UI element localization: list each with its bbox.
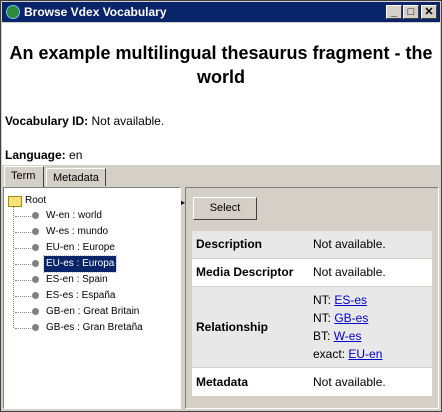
tree-branch bbox=[15, 248, 31, 249]
title-bar[interactable]: Browse Vdex Vocabulary _ □ ✕ bbox=[2, 2, 440, 22]
relationship-type: BT: bbox=[313, 329, 331, 343]
node-bullet-icon bbox=[32, 292, 39, 299]
app-icon bbox=[6, 5, 20, 19]
relationship-link[interactable]: EU-en bbox=[348, 347, 382, 361]
media-descriptor-label: Media Descriptor bbox=[196, 265, 294, 279]
node-bullet-icon bbox=[32, 244, 39, 251]
tab-term[interactable]: Term bbox=[4, 166, 44, 187]
relationship-type: NT: bbox=[313, 293, 331, 307]
metadata-value: Not available. bbox=[313, 375, 386, 389]
tab-strip: Term Metadata bbox=[2, 166, 440, 188]
vocabulary-header: An example multilingual thesaurus fragme… bbox=[2, 23, 440, 165]
vocabulary-window: Browse Vdex Vocabulary _ □ ✕ An example … bbox=[0, 0, 442, 412]
node-bullet-icon bbox=[32, 228, 39, 235]
language-value: en bbox=[69, 148, 83, 162]
select-button[interactable]: Select bbox=[193, 197, 257, 220]
tree-item-label: ES-es : España bbox=[46, 290, 116, 301]
relationship-type: NT: bbox=[313, 311, 331, 325]
minimize-button[interactable]: _ bbox=[386, 5, 402, 19]
page-title: An example multilingual thesaurus fragme… bbox=[9, 43, 433, 87]
relationship-entry: BT: W-es bbox=[313, 329, 361, 343]
tree-item-label: W-en : world bbox=[46, 210, 102, 221]
tree-branch bbox=[15, 296, 31, 297]
tree-branch bbox=[15, 328, 31, 329]
folder-icon bbox=[8, 196, 22, 207]
vocabulary-id-value: Not available. bbox=[91, 114, 165, 128]
tree-connector bbox=[13, 207, 14, 328]
tree-root-label: Root bbox=[25, 195, 47, 206]
window-title: Browse Vdex Vocabulary bbox=[24, 5, 167, 19]
relationship-entry: NT: GB-es bbox=[313, 311, 368, 325]
node-bullet-icon bbox=[32, 324, 39, 331]
tree-item-label: W-es : mundo bbox=[46, 226, 109, 237]
description-label: Description bbox=[196, 237, 263, 251]
relationship-entry: exact: EU-en bbox=[313, 347, 382, 361]
node-bullet-icon bbox=[32, 276, 39, 283]
tree-branch bbox=[15, 280, 31, 281]
relationship-link[interactable]: W-es bbox=[334, 329, 362, 343]
tree-item-label: ES-en : Spain bbox=[46, 274, 108, 285]
node-bullet-icon bbox=[32, 260, 39, 267]
tree-branch bbox=[15, 264, 31, 265]
close-button[interactable]: ✕ bbox=[421, 5, 437, 19]
maximize-button[interactable]: □ bbox=[403, 5, 419, 19]
tree-branch bbox=[15, 312, 31, 313]
metadata-label: Metadata bbox=[196, 375, 249, 389]
relationship-link[interactable]: GB-es bbox=[334, 311, 368, 325]
relationship-type: exact: bbox=[313, 347, 346, 361]
vocabulary-id-line: Vocabulary ID: Not available. bbox=[5, 114, 164, 128]
tree-item-label: GB-es : Gran Bretaña bbox=[46, 322, 143, 333]
node-bullet-icon bbox=[32, 308, 39, 315]
relationship-label: Relationship bbox=[196, 320, 269, 334]
tree-branch bbox=[15, 216, 31, 217]
description-value: Not available. bbox=[313, 237, 386, 251]
node-bullet-icon bbox=[32, 212, 39, 219]
language-line: Language: en bbox=[5, 148, 82, 162]
media-descriptor-value: Not available. bbox=[313, 265, 386, 279]
tree-branch bbox=[15, 232, 31, 233]
tab-metadata[interactable]: Metadata bbox=[46, 168, 106, 186]
vocabulary-id-label: Vocabulary ID: bbox=[5, 114, 89, 128]
relationship-entry: NT: ES-es bbox=[313, 293, 367, 307]
tree-root[interactable]: Root bbox=[4, 193, 174, 209]
language-label: Language: bbox=[5, 148, 66, 162]
tree-item-label: EU-es : Europa bbox=[42, 255, 118, 273]
tree-item-label: EU-en : Europe bbox=[46, 242, 115, 253]
relationship-link[interactable]: ES-es bbox=[334, 293, 367, 307]
tree-item-label: GB-en : Great Britain bbox=[46, 306, 140, 317]
